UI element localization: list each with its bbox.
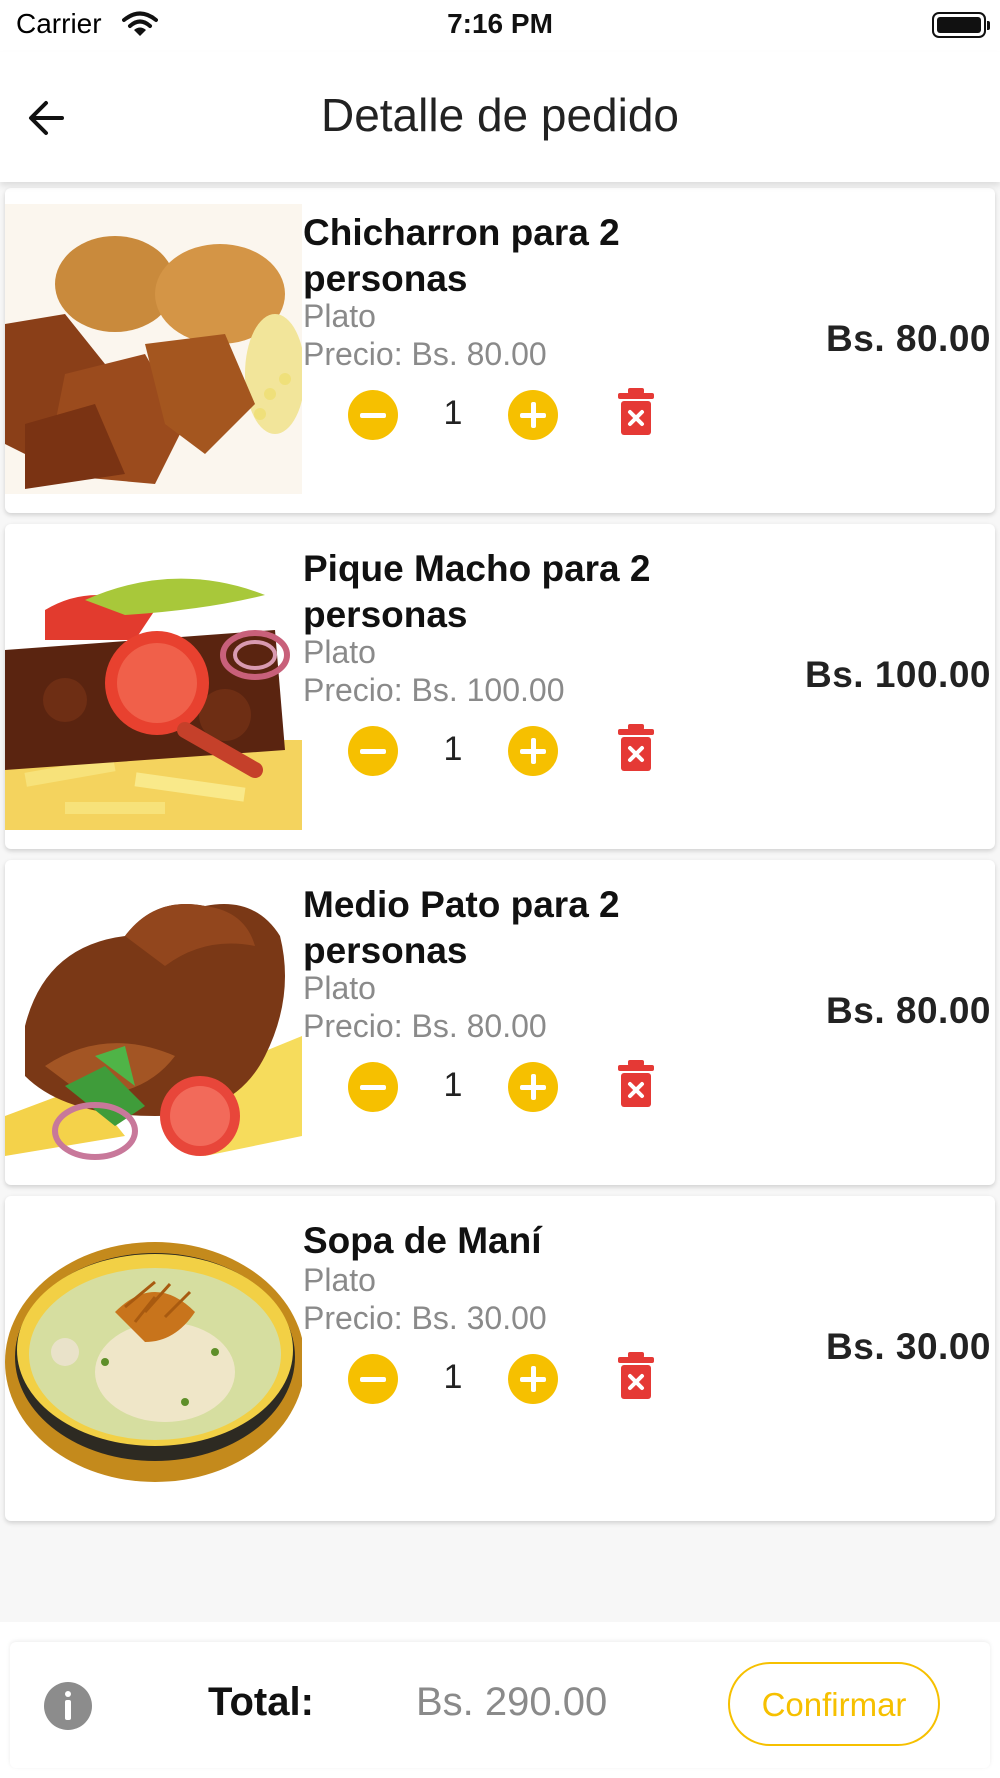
item-unit-price: Precio: Bs. 80.00 xyxy=(303,1008,547,1044)
item-name: Pique Macho para 2 personas xyxy=(303,548,651,635)
status-time: 7:16 PM xyxy=(447,8,553,39)
medio-pato-image xyxy=(5,876,302,1166)
item-subtotal: Bs. 80.00 xyxy=(826,990,991,1031)
pique-macho-image xyxy=(5,540,302,830)
quantity-value: 1 xyxy=(443,730,463,768)
trash-icon[interactable] xyxy=(618,724,654,772)
item-type: Plato xyxy=(303,634,376,670)
order-item-card: Medio Pato para 2 personas Plato Precio:… xyxy=(5,860,995,1185)
decrease-quantity-button[interactable] xyxy=(348,1354,398,1404)
item-name: Sopa de Maní xyxy=(303,1220,542,1261)
increase-quantity-button[interactable] xyxy=(508,390,558,440)
minus-icon xyxy=(360,413,386,418)
minus-icon xyxy=(360,749,386,754)
quantity-stepper: 1 xyxy=(348,724,668,776)
increase-quantity-button[interactable] xyxy=(508,726,558,776)
order-item-card: Sopa de Maní Plato Precio: Bs. 30.00 1 B… xyxy=(5,1196,995,1521)
decrease-quantity-button[interactable] xyxy=(348,726,398,776)
item-subtotal: Bs. 30.00 xyxy=(826,1326,991,1367)
item-type: Plato xyxy=(303,1262,376,1298)
quantity-value: 1 xyxy=(443,1066,463,1104)
item-name: Medio Pato para 2 personas xyxy=(303,884,620,971)
decrease-quantity-button[interactable] xyxy=(348,1062,398,1112)
order-item-card: Chicharron para 2 personas Plato Precio:… xyxy=(5,188,995,513)
confirm-button[interactable]: Confirmar xyxy=(728,1662,940,1746)
minus-icon xyxy=(360,1377,386,1382)
item-unit-price: Precio: Bs. 30.00 xyxy=(303,1300,547,1336)
increase-quantity-button[interactable] xyxy=(508,1062,558,1112)
minus-icon xyxy=(360,1085,386,1090)
status-bar: Carrier 7:16 PM xyxy=(0,0,1000,52)
trash-icon[interactable] xyxy=(618,1060,654,1108)
item-type: Plato xyxy=(303,970,376,1006)
item-subtotal: Bs. 100.00 xyxy=(804,654,991,695)
increase-quantity-button[interactable] xyxy=(508,1354,558,1404)
quantity-value: 1 xyxy=(443,394,463,432)
battery-icon xyxy=(932,12,990,38)
item-type: Plato xyxy=(303,298,376,334)
app-header: Detalle de pedido xyxy=(0,52,1000,182)
sopa-de-mani-image xyxy=(5,1212,302,1502)
trash-icon[interactable] xyxy=(618,388,654,436)
total-label: Total: xyxy=(208,1680,314,1724)
item-subtotal: Bs. 80.00 xyxy=(826,318,991,359)
decrease-quantity-button[interactable] xyxy=(348,390,398,440)
item-unit-price: Precio: Bs. 80.00 xyxy=(303,336,547,372)
quantity-value: 1 xyxy=(443,1358,463,1396)
order-list: Chicharron para 2 personas Plato Precio:… xyxy=(0,182,1000,1622)
order-item-card: Pique Macho para 2 personas Plato Precio… xyxy=(5,524,995,849)
quantity-stepper: 1 xyxy=(348,1060,668,1112)
chicharron-image xyxy=(5,204,302,494)
info-icon[interactable] xyxy=(44,1682,92,1730)
item-name: Chicharron para 2 personas xyxy=(303,212,620,299)
order-total-bar: Total: Bs. 290.00 Confirmar xyxy=(10,1642,990,1768)
page-title: Detalle de pedido xyxy=(320,89,680,141)
quantity-stepper: 1 xyxy=(348,1352,668,1404)
item-unit-price: Precio: Bs. 100.00 xyxy=(303,672,565,708)
trash-icon[interactable] xyxy=(618,1352,654,1400)
total-value: Bs. 290.00 xyxy=(416,1680,608,1724)
quantity-stepper: 1 xyxy=(348,388,668,440)
